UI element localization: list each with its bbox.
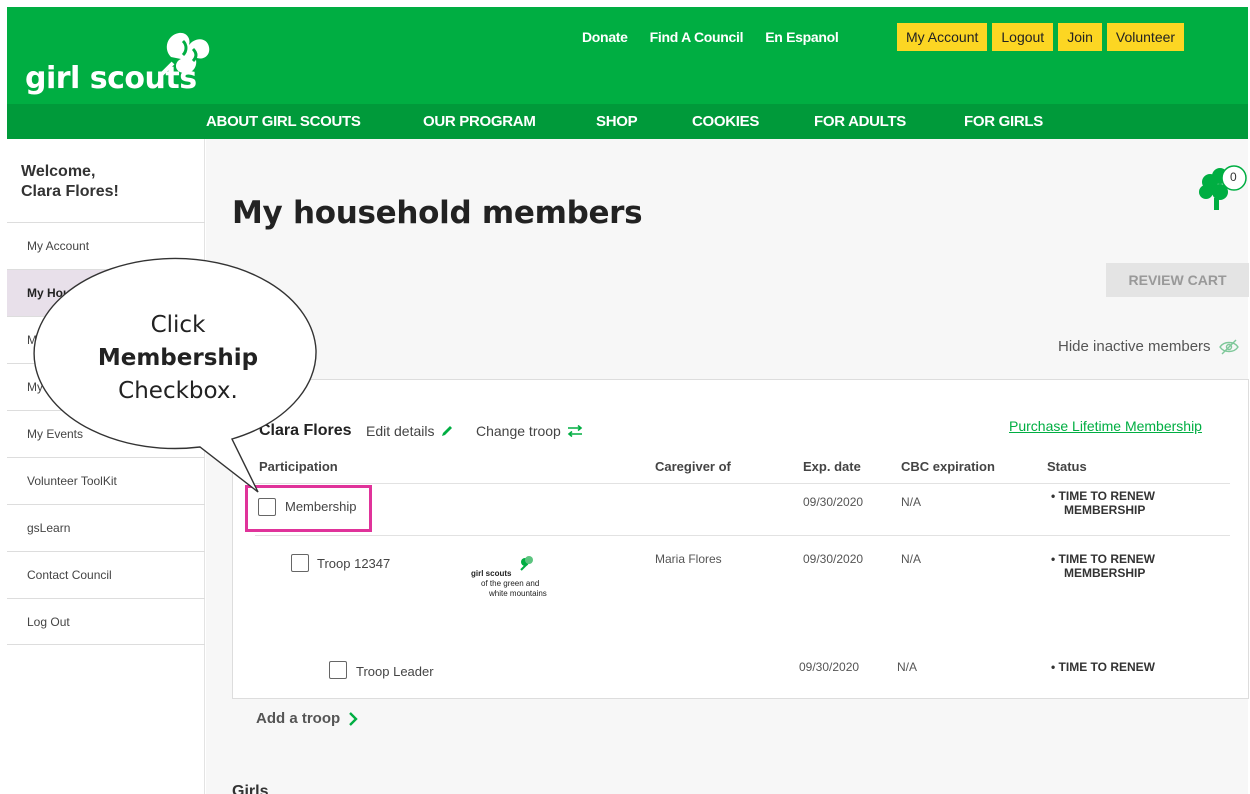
troop-12347-caregiver: Maria Flores bbox=[655, 552, 722, 566]
troop-12347-label: Troop 12347 bbox=[317, 556, 391, 571]
main-content: My household members 0 REVIEW CART Hide … bbox=[206, 139, 1250, 794]
nav-for-adults[interactable]: FOR ADULTS bbox=[814, 113, 906, 130]
nav-shop[interactable]: SHOP bbox=[596, 113, 638, 130]
troop-leader-status: • TIME TO RENEW bbox=[1051, 660, 1155, 674]
sidebar-item-my-events[interactable]: My Events bbox=[7, 410, 205, 457]
girls-heading: Girls bbox=[232, 783, 269, 794]
change-troop-link[interactable]: Change troop bbox=[476, 423, 583, 439]
top-header: girl scouts Donate Find A Council En Esp… bbox=[7, 7, 1248, 104]
membership-cbc: N/A bbox=[901, 495, 922, 509]
hide-inactive-label: Hide inactive members bbox=[1058, 338, 1211, 355]
edit-details-link[interactable]: Edit details bbox=[366, 423, 454, 439]
cart-count: 0 bbox=[1230, 170, 1237, 184]
review-cart-button[interactable]: REVIEW CART bbox=[1106, 263, 1249, 297]
sidebar-item-my-account[interactable]: My Account bbox=[7, 222, 205, 269]
membership-label: Membership bbox=[285, 499, 357, 514]
pencil-icon bbox=[442, 426, 453, 436]
col-status: Status bbox=[1047, 459, 1087, 474]
nav-our-program[interactable]: OUR PROGRAM bbox=[423, 113, 536, 130]
main-nav: ABOUT GIRL SCOUTS OUR PROGRAM SHOP COOKI… bbox=[7, 104, 1248, 139]
troop-leader-exp-date: 09/30/2020 bbox=[799, 660, 860, 674]
utility-links: Donate Find A Council En Espanol bbox=[582, 29, 839, 45]
logout-button[interactable]: Logout bbox=[992, 23, 1054, 51]
membership-checkbox[interactable] bbox=[258, 498, 276, 516]
hide-inactive-toggle[interactable]: Hide inactive members bbox=[1058, 338, 1239, 355]
my-account-button[interactable]: My Account bbox=[897, 23, 988, 51]
troop-12347-exp-date: 09/30/2020 bbox=[803, 552, 864, 566]
sidebar-item-contact-council[interactable]: Contact Council bbox=[7, 551, 205, 598]
sidebar-menu: My Account My Household My Troops My Pay… bbox=[7, 222, 205, 645]
header-divider bbox=[255, 483, 1230, 484]
col-participation: Participation bbox=[259, 459, 338, 474]
member-name: Clara Flores bbox=[259, 422, 352, 439]
troop-leader-label: Troop Leader bbox=[356, 664, 434, 679]
welcome-message: Welcome, Clara Flores! bbox=[21, 163, 119, 200]
donate-link[interactable]: Donate bbox=[582, 29, 628, 45]
account-sidebar: Welcome, Clara Flores! My Account My Hou… bbox=[7, 139, 205, 794]
col-caregiver-of: Caregiver of bbox=[655, 459, 731, 474]
row-divider bbox=[255, 535, 1230, 536]
troop-12347-cbc: N/A bbox=[901, 552, 922, 566]
member-panel: Clara Flores Edit details Change troop P… bbox=[232, 379, 1249, 699]
membership-status: • TIME TO RENEW MEMBERSHIP bbox=[1051, 489, 1155, 517]
sidebar-item-volunteer-toolkit[interactable]: Volunteer ToolKit bbox=[7, 457, 205, 504]
trefoil-cart-icon bbox=[1199, 165, 1247, 210]
trefoil-icon bbox=[520, 556, 533, 571]
volunteer-button[interactable]: Volunteer bbox=[1106, 23, 1185, 51]
account-buttons: My Account Logout Join Volunteer bbox=[897, 23, 1185, 51]
callout-text: Click Membership Checkbox. bbox=[97, 312, 259, 404]
swap-arrows-icon bbox=[567, 425, 583, 437]
add-a-troop-link[interactable]: Add a troop bbox=[256, 710, 358, 727]
troop-leader-checkbox[interactable] bbox=[329, 661, 347, 679]
troop-12347-status: • TIME TO RENEW MEMBERSHIP bbox=[1051, 552, 1155, 580]
troop-leader-cbc: N/A bbox=[897, 660, 918, 674]
find-a-council-link[interactable]: Find A Council bbox=[650, 29, 744, 45]
join-button[interactable]: Join bbox=[1058, 23, 1102, 51]
col-cbc-expiration: CBC expiration bbox=[901, 459, 995, 474]
troop-12347-checkbox[interactable] bbox=[291, 554, 309, 572]
nav-for-girls[interactable]: FOR GIRLS bbox=[964, 113, 1043, 130]
nav-about-girl-scouts[interactable]: ABOUT GIRL SCOUTS bbox=[206, 113, 361, 130]
purchase-lifetime-membership-link[interactable]: Purchase Lifetime Membership bbox=[1009, 418, 1202, 434]
en-espanol-link[interactable]: En Espanol bbox=[765, 29, 839, 45]
trefoil-profile-icon bbox=[159, 32, 210, 77]
chevron-right-icon bbox=[349, 711, 358, 726]
eye-off-icon bbox=[1218, 339, 1239, 354]
page-title: My household members bbox=[232, 195, 643, 231]
membership-exp-date: 09/30/2020 bbox=[803, 495, 864, 509]
sidebar-item-gslearn[interactable]: gsLearn bbox=[7, 504, 205, 551]
sidebar-item-log-out[interactable]: Log Out bbox=[7, 598, 205, 645]
nav-cookies[interactable]: COOKIES bbox=[692, 113, 759, 130]
col-exp-date: Exp. date bbox=[803, 459, 861, 474]
cart-button[interactable]: 0 bbox=[1192, 160, 1250, 212]
council-logo: girl scouts of the green and white mount… bbox=[471, 555, 561, 605]
